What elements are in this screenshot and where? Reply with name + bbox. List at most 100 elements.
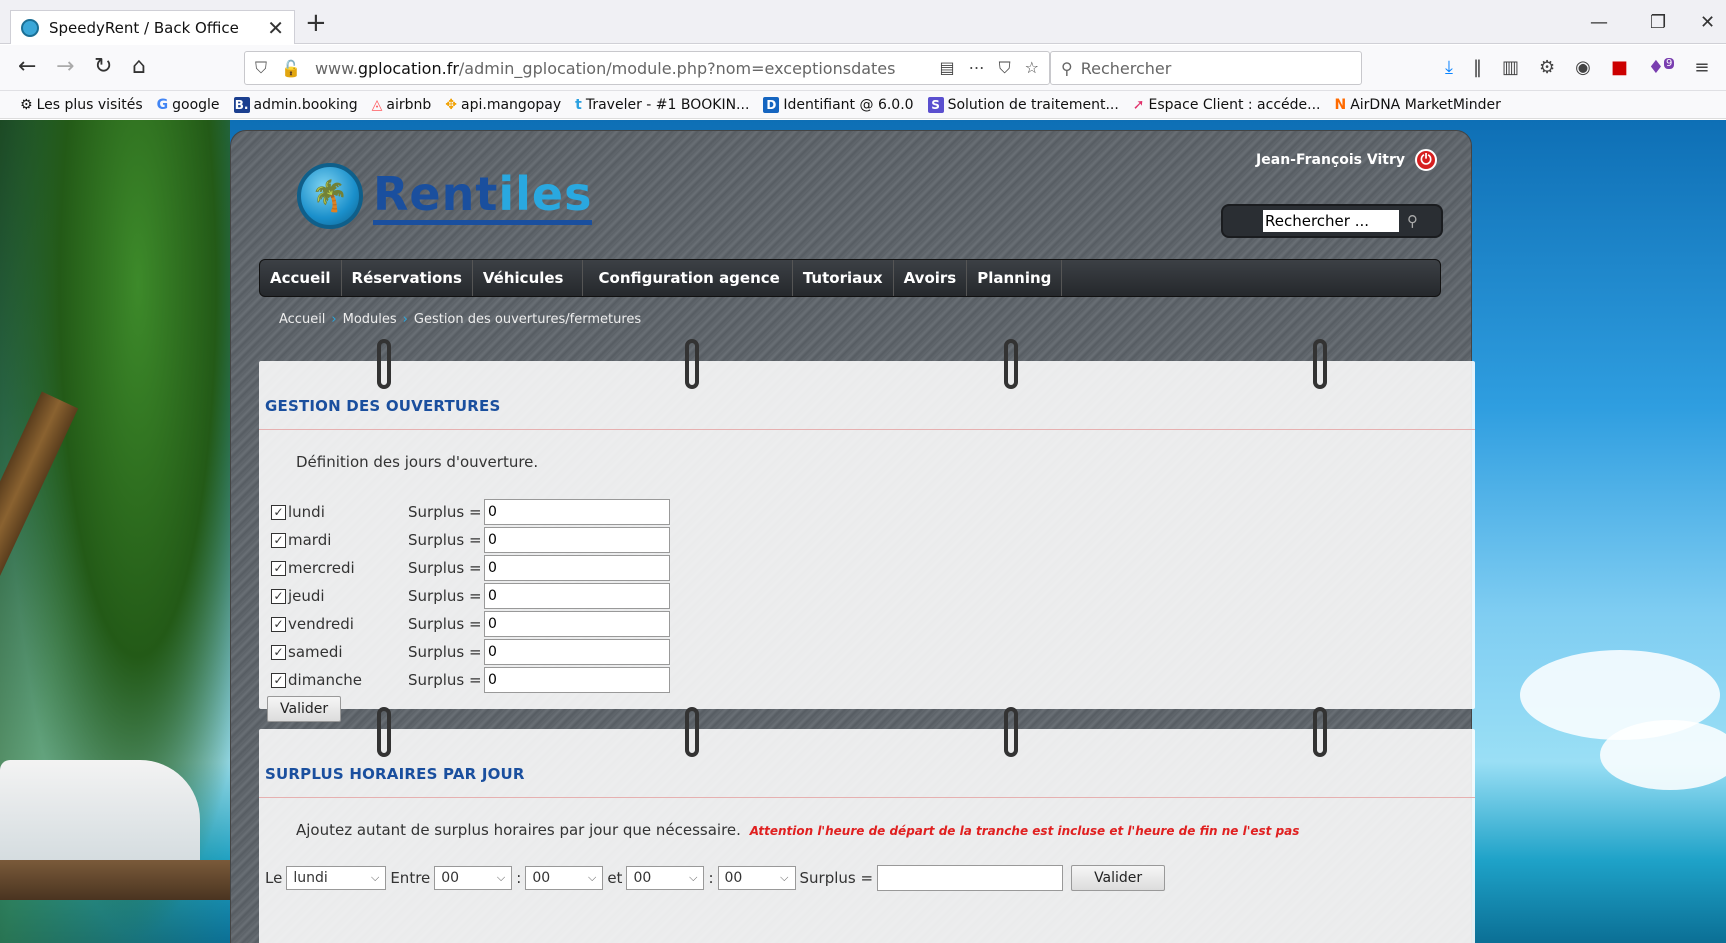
- colon-label: :: [516, 869, 522, 887]
- day-checkbox[interactable]: ✓: [271, 532, 286, 548]
- breadcrumb-current: Gestion des ouvertures/fermetures: [413, 312, 642, 327]
- main-nav: Accueil Réservations Véhicules Configura…: [259, 259, 1441, 297]
- back-icon[interactable]: ←: [18, 55, 36, 79]
- day-checkbox[interactable]: ✓: [271, 616, 286, 632]
- start-minute-select[interactable]: 00 ⌵: [525, 866, 604, 890]
- more-actions-icon[interactable]: ⋯: [969, 58, 985, 78]
- extension-badge-count: 9: [1664, 58, 1675, 69]
- url-path: /admin_gplocation/module.php?nom=excepti…: [458, 58, 896, 78]
- site-search: ⚲: [1221, 204, 1443, 238]
- cloud-decoration: [1600, 720, 1726, 790]
- restore-icon[interactable]: ❐: [1650, 12, 1666, 33]
- pdf-icon[interactable]: ■: [1611, 57, 1628, 78]
- minimize-icon[interactable]: —: [1590, 12, 1608, 33]
- bookmark-traveler[interactable]: t Traveler - #1 BOOKIN...: [575, 97, 749, 113]
- surplus-input[interactable]: [484, 611, 670, 637]
- surplus-input[interactable]: [484, 583, 670, 609]
- chevron-down-icon: ⌵: [587, 871, 597, 884]
- nav-avoirs[interactable]: Avoirs: [894, 260, 968, 296]
- bookmark-airbnb[interactable]: ◬ airbnb: [372, 97, 432, 113]
- site-panel: 🌴 Rentiles Jean-François Vitry ⏻ ⚲ Accue…: [230, 130, 1475, 943]
- site-logo[interactable]: 🌴 Rentiles: [297, 163, 593, 229]
- bookmark-mangopay[interactable]: ✥ api.mangopay: [445, 97, 561, 113]
- brand-part2: iles: [498, 166, 593, 221]
- start-hour-value: 00: [441, 870, 460, 886]
- day-checkbox[interactable]: ✓: [271, 560, 286, 576]
- d-icon: D: [763, 96, 780, 113]
- bookmark-espace-client[interactable]: ➚ Espace Client : accéde...: [1133, 97, 1321, 113]
- menu-icon[interactable]: ≡: [1694, 57, 1709, 78]
- brand-part1: Rent: [373, 166, 499, 221]
- nav-vehicules[interactable]: Véhicules: [473, 260, 583, 296]
- chevron-down-icon: ⌵: [780, 871, 789, 884]
- search-icon[interactable]: ⚲: [1407, 212, 1418, 230]
- bookmark-star-icon[interactable]: ☆: [1025, 58, 1039, 78]
- sidebar-icon[interactable]: ▥: [1502, 57, 1519, 78]
- home-icon[interactable]: ⌂: [132, 55, 146, 79]
- surplus-label: Surplus =: [408, 559, 482, 577]
- day-checkbox[interactable]: ✓: [271, 504, 286, 520]
- bookmark-google[interactable]: Ggoogle: [157, 97, 220, 113]
- reader-view-icon[interactable]: ▤: [940, 58, 955, 78]
- new-tab-icon[interactable]: +: [305, 10, 327, 36]
- reload-icon[interactable]: ↻: [94, 55, 112, 79]
- surplus-input[interactable]: [484, 527, 670, 553]
- library-icon[interactable]: ‖: [1473, 57, 1482, 78]
- extension-badge-icon[interactable]: ♦ 9: [1648, 57, 1675, 78]
- url-host: gplocation.fr: [357, 58, 459, 78]
- bookmark-most-visited[interactable]: ⚙ Les plus visités: [20, 97, 143, 113]
- browser-tab[interactable]: SpeedyRent / Back Office ✕: [10, 10, 295, 44]
- day-label: samedi: [288, 643, 343, 661]
- power-icon[interactable]: ⏻: [1415, 149, 1437, 171]
- pocket-icon[interactable]: ⛉: [999, 58, 1011, 78]
- nav-planning[interactable]: Planning: [967, 260, 1063, 296]
- day-checkbox[interactable]: ✓: [271, 644, 286, 660]
- user-name: Jean-François Vitry: [1256, 152, 1405, 168]
- browser-search-box[interactable]: ⚲ Rechercher: [1050, 51, 1362, 85]
- nav-configuration-agence[interactable]: Configuration agence: [583, 260, 793, 296]
- bookmark-identifiant[interactable]: D Identifiant @ 6.0.0: [763, 96, 914, 113]
- account-icon[interactable]: ◉: [1575, 57, 1591, 78]
- surplus-input[interactable]: [484, 499, 670, 525]
- surplus-input[interactable]: [484, 639, 670, 665]
- end-hour-select[interactable]: 00 ⌵: [626, 866, 705, 890]
- bookmark-solution[interactable]: S Solution de traitement...: [927, 96, 1119, 113]
- day-label: vendredi: [288, 615, 354, 633]
- close-tab-icon[interactable]: ✕: [267, 16, 284, 40]
- day-row-lundi: ✓ lundi Surplus =: [271, 499, 670, 525]
- bookmark-label: google: [172, 96, 220, 113]
- palm-globe-icon: 🌴: [297, 163, 363, 229]
- page-background: 🌴 Rentiles Jean-François Vitry ⏻ ⚲ Accue…: [0, 120, 1726, 943]
- surplus-input[interactable]: [484, 667, 670, 693]
- start-hour-select[interactable]: 00 ⌵: [434, 866, 513, 890]
- insecure-lock-icon[interactable]: 🔓: [281, 59, 301, 78]
- bookmark-airdna[interactable]: N AirDNA MarketMinder: [1334, 97, 1500, 113]
- hourly-surplus-input[interactable]: [877, 865, 1064, 891]
- nav-accueil[interactable]: Accueil: [260, 260, 342, 296]
- end-minute-select[interactable]: 00 ⌵: [717, 866, 796, 890]
- hourly-submit-button[interactable]: Valider: [1071, 865, 1166, 891]
- browser-navbar: ← → ↻ ⌂ ⛉ 🔓 www. gplocation.fr/admin_gplo…: [0, 45, 1726, 91]
- bookmark-label: Espace Client : accéde...: [1148, 96, 1321, 113]
- url-bar[interactable]: ⛉ 🔓 www. gplocation.fr/admin_gplocation/m…: [244, 51, 1050, 85]
- download-icon[interactable]: ⤓: [1445, 57, 1453, 78]
- site-search-input[interactable]: [1263, 210, 1399, 232]
- google-icon: G: [156, 96, 169, 113]
- close-window-icon[interactable]: ✕: [1700, 12, 1715, 33]
- surplus-label: Surplus =: [408, 587, 482, 605]
- surplus-input[interactable]: [484, 555, 670, 581]
- nav-reservations[interactable]: Réservations: [342, 260, 473, 296]
- breadcrumb-accueil[interactable]: Accueil: [279, 312, 325, 327]
- breadcrumb-modules[interactable]: Modules: [343, 312, 397, 327]
- day-checkbox[interactable]: ✓: [271, 588, 286, 604]
- day-checkbox[interactable]: ✓: [271, 672, 286, 688]
- browser-search-placeholder: Rechercher: [1080, 58, 1172, 78]
- bookmark-admin-booking[interactable]: B. admin.booking: [233, 96, 358, 113]
- openings-submit-button[interactable]: Valider: [267, 696, 342, 722]
- extension-icon[interactable]: ⚙: [1539, 57, 1555, 78]
- bookmarks-bar: ⚙ Les plus visités Ggoogle B. admin.bookin…: [0, 91, 1726, 119]
- day-row-mercredi: ✓ mercredi Surplus =: [271, 555, 670, 581]
- day-select[interactable]: lundi ⌵: [286, 866, 387, 890]
- nav-tutoriaux[interactable]: Tutoriaux: [793, 260, 894, 296]
- forward-icon[interactable]: →: [56, 55, 74, 79]
